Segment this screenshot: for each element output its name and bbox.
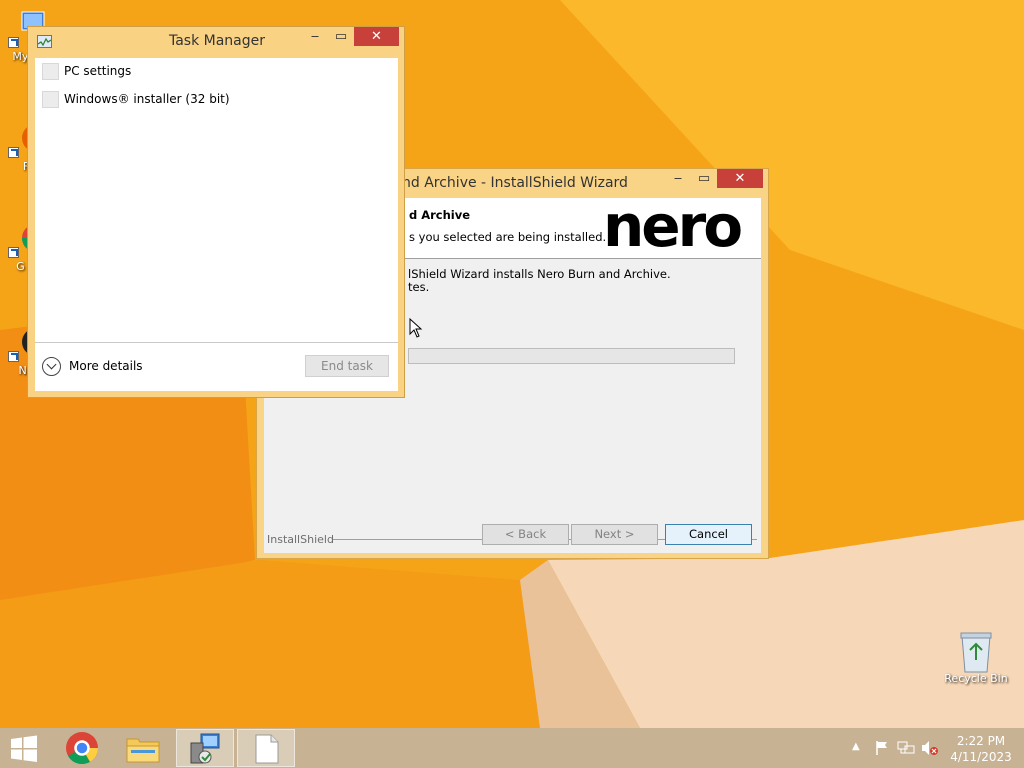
status-line-1: lShield Wizard installs Nero Burn and Ar… — [408, 267, 671, 281]
network-icon[interactable] — [897, 740, 915, 756]
cancel-button[interactable]: Cancel — [665, 524, 752, 545]
clock-date: 4/11/2023 — [950, 750, 1012, 764]
shortcut-arrow-icon — [8, 351, 19, 362]
taskbar-document[interactable] — [237, 729, 295, 767]
installer-header-title: d Archive — [409, 208, 471, 222]
start-button[interactable] — [0, 729, 48, 767]
taskbar: ▲ 2:22 PM 4/11/2023 — [0, 728, 1024, 768]
clock-time: 2:22 PM — [956, 734, 1006, 748]
close-button[interactable]: ✕ — [717, 169, 763, 188]
shortcut-arrow-icon — [8, 247, 19, 258]
install-progress-bar — [408, 348, 735, 364]
chrome-icon — [66, 732, 99, 765]
shortcut-arrow-icon — [8, 37, 19, 48]
maximize-button[interactable]: ▭ — [691, 169, 717, 189]
status-line-2: tes. — [408, 280, 430, 294]
system-tray: ▲ — [848, 728, 943, 768]
process-row[interactable]: PC settings — [35, 58, 398, 86]
process-row[interactable]: Windows® installer (32 bit) — [35, 86, 398, 114]
action-center-flag-icon[interactable] — [874, 740, 890, 756]
windows-installer-icon — [42, 91, 59, 108]
folder-icon — [126, 738, 160, 763]
installshield-brand: InstallShield — [267, 533, 334, 546]
volume-muted-icon[interactable] — [921, 740, 939, 756]
back-button[interactable]: < Back — [482, 524, 569, 545]
mouse-cursor-icon — [409, 318, 423, 338]
taskbar-file-explorer[interactable] — [114, 729, 172, 767]
chevron-down-icon — [42, 357, 61, 376]
more-details-label: More details — [69, 359, 143, 373]
task-manager-window[interactable]: Task Manager ‒ ▭ ✕ PC settings Windows® … — [27, 26, 405, 398]
task-manager-client: PC settings Windows® installer (32 bit) … — [35, 58, 398, 391]
process-name: Windows® installer (32 bit) — [64, 92, 230, 106]
next-button[interactable]: Next > — [571, 524, 658, 545]
footer-divider — [35, 342, 398, 343]
taskbar-installer[interactable] — [176, 729, 234, 767]
document-icon — [255, 734, 279, 764]
windows-logo-icon — [11, 735, 37, 762]
pc-settings-icon — [42, 63, 59, 80]
minimize-button[interactable]: ‒ — [665, 169, 691, 189]
taskbar-clock[interactable]: 2:22 PM 4/11/2023 — [946, 733, 1016, 765]
taskbar-chrome[interactable] — [53, 729, 111, 767]
maximize-button[interactable]: ▭ — [328, 27, 354, 47]
end-task-button[interactable]: End task — [305, 355, 389, 377]
show-hidden-icons-chevron-up-icon[interactable]: ▲ — [852, 741, 860, 752]
installer-header-subtitle: s you selected are being installed. — [409, 230, 607, 244]
installer-title: nd Archive - InstallShield Wizard — [402, 175, 628, 191]
recycle-bin-icon — [956, 630, 996, 673]
desktop-icon-recycle-bin[interactable]: Recycle Bin — [944, 630, 1008, 685]
installer-icon — [190, 733, 220, 764]
shortcut-arrow-icon — [8, 147, 19, 158]
close-button[interactable]: ✕ — [354, 27, 399, 46]
minimize-button[interactable]: ‒ — [302, 27, 328, 47]
process-name: PC settings — [64, 64, 132, 78]
nero-logo: nero — [603, 198, 743, 259]
